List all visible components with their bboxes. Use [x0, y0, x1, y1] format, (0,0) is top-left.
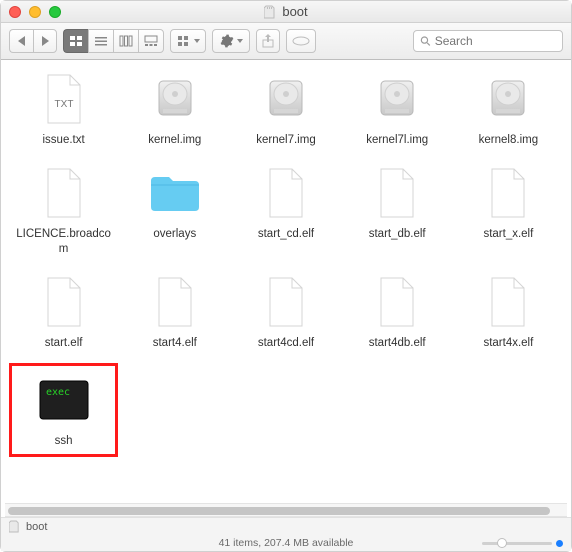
- chevron-down-icon: [194, 39, 200, 43]
- status-bar: 41 items, 207.4 MB available: [1, 535, 571, 551]
- view-switcher: [63, 29, 164, 53]
- slider-track[interactable]: [482, 542, 552, 545]
- gallery-view-button[interactable]: [138, 29, 164, 53]
- nav-buttons: [9, 29, 57, 53]
- file-icon: [147, 274, 203, 330]
- folder-icon: [147, 165, 203, 221]
- gallery-view-icon: [144, 35, 158, 47]
- sd-card-icon: [9, 520, 20, 533]
- file-label: start4.elf: [153, 336, 197, 350]
- file-item[interactable]: start_db.elf: [343, 165, 452, 256]
- file-item[interactable]: overlays: [120, 165, 229, 256]
- file-label: start4cd.elf: [258, 336, 314, 350]
- file-item[interactable]: exec ssh: [9, 363, 118, 457]
- txt-file-icon: TXT: [36, 71, 92, 127]
- window-title-text: boot: [282, 4, 307, 19]
- chevron-down-icon: [237, 39, 243, 43]
- disk-image-icon: [480, 71, 536, 127]
- grid-view-icon: [69, 35, 83, 47]
- column-view-button[interactable]: [113, 29, 138, 53]
- edit-tags-button[interactable]: [286, 29, 316, 53]
- file-icon: [258, 165, 314, 221]
- share-button[interactable]: [256, 29, 280, 53]
- file-label: start4x.elf: [483, 336, 533, 350]
- file-label: issue.txt: [43, 133, 85, 147]
- file-item[interactable]: kernel.img: [120, 71, 229, 147]
- status-text: 41 items, 207.4 MB available: [219, 537, 354, 549]
- file-label: start4db.elf: [369, 336, 426, 350]
- file-item[interactable]: kernel7.img: [231, 71, 340, 147]
- group-by-icon: [177, 35, 191, 47]
- path-bar: boot: [1, 517, 571, 535]
- file-icon: [36, 165, 92, 221]
- chevron-left-icon: [18, 34, 25, 49]
- file-label: start_cd.elf: [258, 227, 314, 241]
- exec-icon: exec: [36, 372, 92, 428]
- chevron-right-icon: [42, 34, 49, 49]
- file-icon: [258, 274, 314, 330]
- file-item[interactable]: start4.elf: [120, 274, 229, 350]
- svg-text:exec: exec: [46, 387, 70, 398]
- share-icon: [262, 34, 274, 48]
- search-input[interactable]: [435, 34, 556, 48]
- sd-card-icon: [264, 5, 276, 19]
- file-label: ssh: [55, 434, 73, 448]
- file-icon: [369, 165, 425, 221]
- file-item[interactable]: TXT issue.txt: [9, 71, 118, 147]
- icon-view-button[interactable]: [63, 29, 88, 53]
- back-button[interactable]: [9, 29, 33, 53]
- tag-icon: [292, 36, 310, 46]
- file-item[interactable]: start.elf: [9, 274, 118, 350]
- list-view-button[interactable]: [88, 29, 113, 53]
- file-item[interactable]: start4db.elf: [343, 274, 452, 350]
- slider-knob[interactable]: [497, 538, 507, 548]
- horizontal-scrollbar[interactable]: [5, 503, 567, 517]
- icon-size-slider[interactable]: [482, 540, 563, 547]
- path-location[interactable]: boot: [26, 521, 47, 533]
- svg-text:TXT: TXT: [54, 99, 73, 110]
- file-label: overlays: [153, 227, 196, 241]
- file-item[interactable]: start4cd.elf: [231, 274, 340, 350]
- file-label: kernel7.img: [256, 133, 315, 147]
- search-field[interactable]: [413, 30, 563, 52]
- forward-button[interactable]: [33, 29, 57, 53]
- disk-image-icon: [369, 71, 425, 127]
- file-label: start_x.elf: [483, 227, 533, 241]
- file-label: LICENCE.broadcom: [14, 227, 114, 256]
- action-menu-button[interactable]: [212, 29, 250, 53]
- file-item[interactable]: start_x.elf: [454, 165, 563, 256]
- file-label: kernel7l.img: [366, 133, 428, 147]
- slider-max-icon: [556, 540, 563, 547]
- disk-image-icon: [147, 71, 203, 127]
- file-icon: [36, 274, 92, 330]
- file-item[interactable]: kernel7l.img: [343, 71, 452, 147]
- file-label: start_db.elf: [369, 227, 426, 241]
- file-icon: [369, 274, 425, 330]
- list-view-icon: [94, 35, 108, 47]
- scrollbar-thumb[interactable]: [8, 507, 550, 515]
- column-view-icon: [119, 35, 133, 47]
- toolbar: [1, 23, 571, 60]
- file-label: kernel8.img: [479, 133, 538, 147]
- arrange-group: [170, 29, 206, 53]
- disk-image-icon: [258, 71, 314, 127]
- magnify-icon: [420, 35, 431, 47]
- gear-icon: [220, 34, 234, 48]
- file-browser-content[interactable]: TXT issue.txt kernel.img kernel7.img kernel7…: [1, 61, 571, 501]
- file-item[interactable]: start4x.elf: [454, 274, 563, 350]
- file-label: kernel.img: [148, 133, 201, 147]
- file-icon: [480, 165, 536, 221]
- file-item[interactable]: start_cd.elf: [231, 165, 340, 256]
- file-label: start.elf: [45, 336, 83, 350]
- titlebar: boot: [1, 1, 571, 23]
- file-item[interactable]: kernel8.img: [454, 71, 563, 147]
- group-by-button[interactable]: [170, 29, 206, 53]
- file-item[interactable]: LICENCE.broadcom: [9, 165, 118, 256]
- window-title: boot: [1, 4, 571, 19]
- file-icon: [480, 274, 536, 330]
